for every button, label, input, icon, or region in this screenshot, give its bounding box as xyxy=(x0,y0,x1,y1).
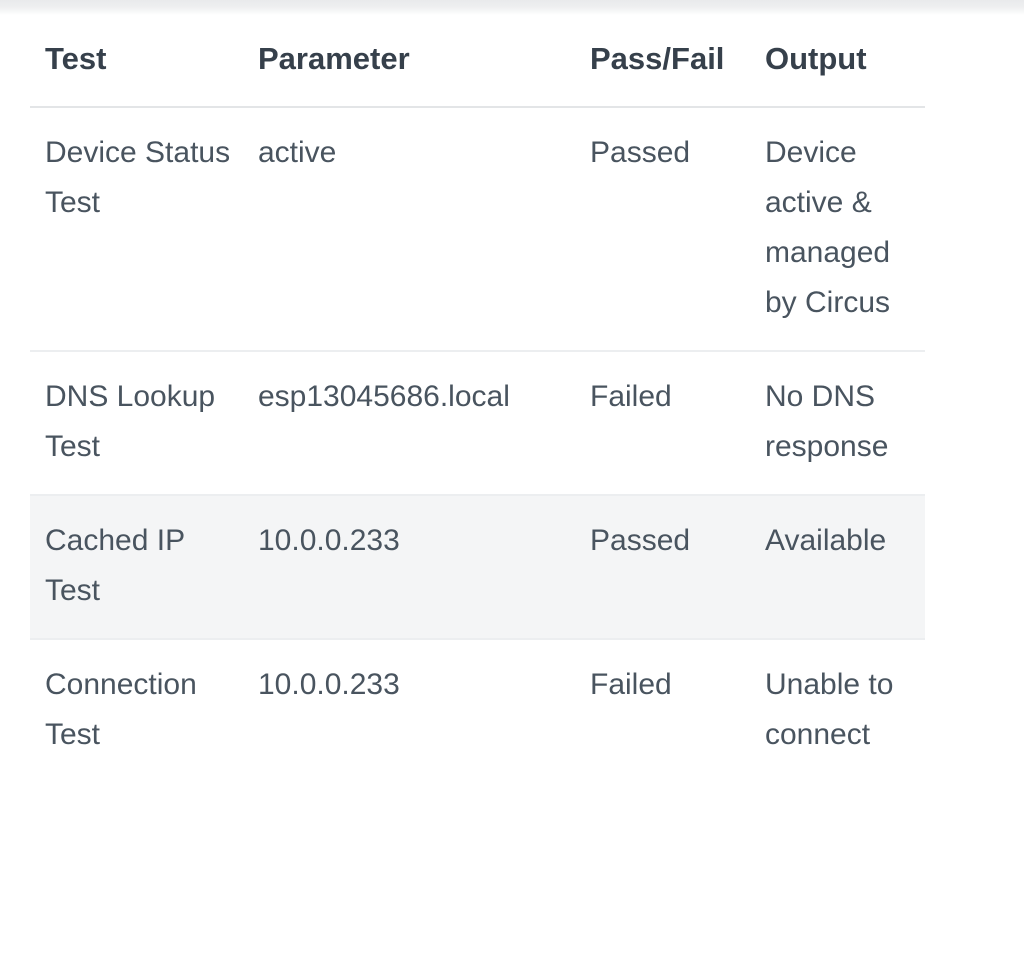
cell-pass-fail: Failed xyxy=(575,351,750,496)
cell-test: Device Status Test xyxy=(30,107,243,352)
column-header-pass-fail[interactable]: Pass/Fail xyxy=(575,38,750,108)
top-gradient-band xyxy=(0,0,1024,15)
cell-parameter: 10.0.0.233 xyxy=(243,495,575,640)
cell-pass-fail: Passed xyxy=(575,495,750,640)
table-body: Device Status Test active Passed Device … xyxy=(30,107,925,782)
column-header-output[interactable]: Output xyxy=(750,38,925,108)
cell-parameter: esp13045686.local xyxy=(243,351,575,496)
table-row: DNS Lookup Test esp13045686.local Failed… xyxy=(30,351,925,496)
page-root: Test Parameter Pass/Fail Output Device S… xyxy=(0,0,1024,972)
diagnostic-test-results-table: Test Parameter Pass/Fail Output Device S… xyxy=(30,38,925,782)
cell-test: Connection Test xyxy=(45,668,197,751)
table-header: Test Parameter Pass/Fail Output xyxy=(30,38,925,108)
table-row: Device Status Test active Passed Device … xyxy=(30,107,925,352)
cell-output: Device active & managed by Circus xyxy=(750,107,925,352)
cell-test: DNS Lookup Test xyxy=(30,351,243,496)
cell-pass-fail: Failed xyxy=(590,668,672,701)
column-header-parameter[interactable]: Parameter xyxy=(243,38,575,108)
column-header-test[interactable]: Test xyxy=(30,38,243,108)
table-header-row: Test Parameter Pass/Fail Output xyxy=(30,38,925,108)
cell-output: No DNS response xyxy=(750,351,925,496)
table-row: Connection Test 10.0.0.233 Failed Unable… xyxy=(30,639,925,782)
results-table-container: Test Parameter Pass/Fail Output Device S… xyxy=(30,38,925,782)
cell-parameter: 10.0.0.233 xyxy=(258,668,400,701)
table-row: Cached IP Test 10.0.0.233 Passed Availab… xyxy=(30,495,925,640)
cell-output: Available xyxy=(750,495,925,640)
cell-parameter: active xyxy=(243,107,575,352)
cell-output: Unable to connect xyxy=(765,668,894,751)
cell-pass-fail: Passed xyxy=(575,107,750,352)
cell-test: Cached IP Test xyxy=(30,495,243,640)
